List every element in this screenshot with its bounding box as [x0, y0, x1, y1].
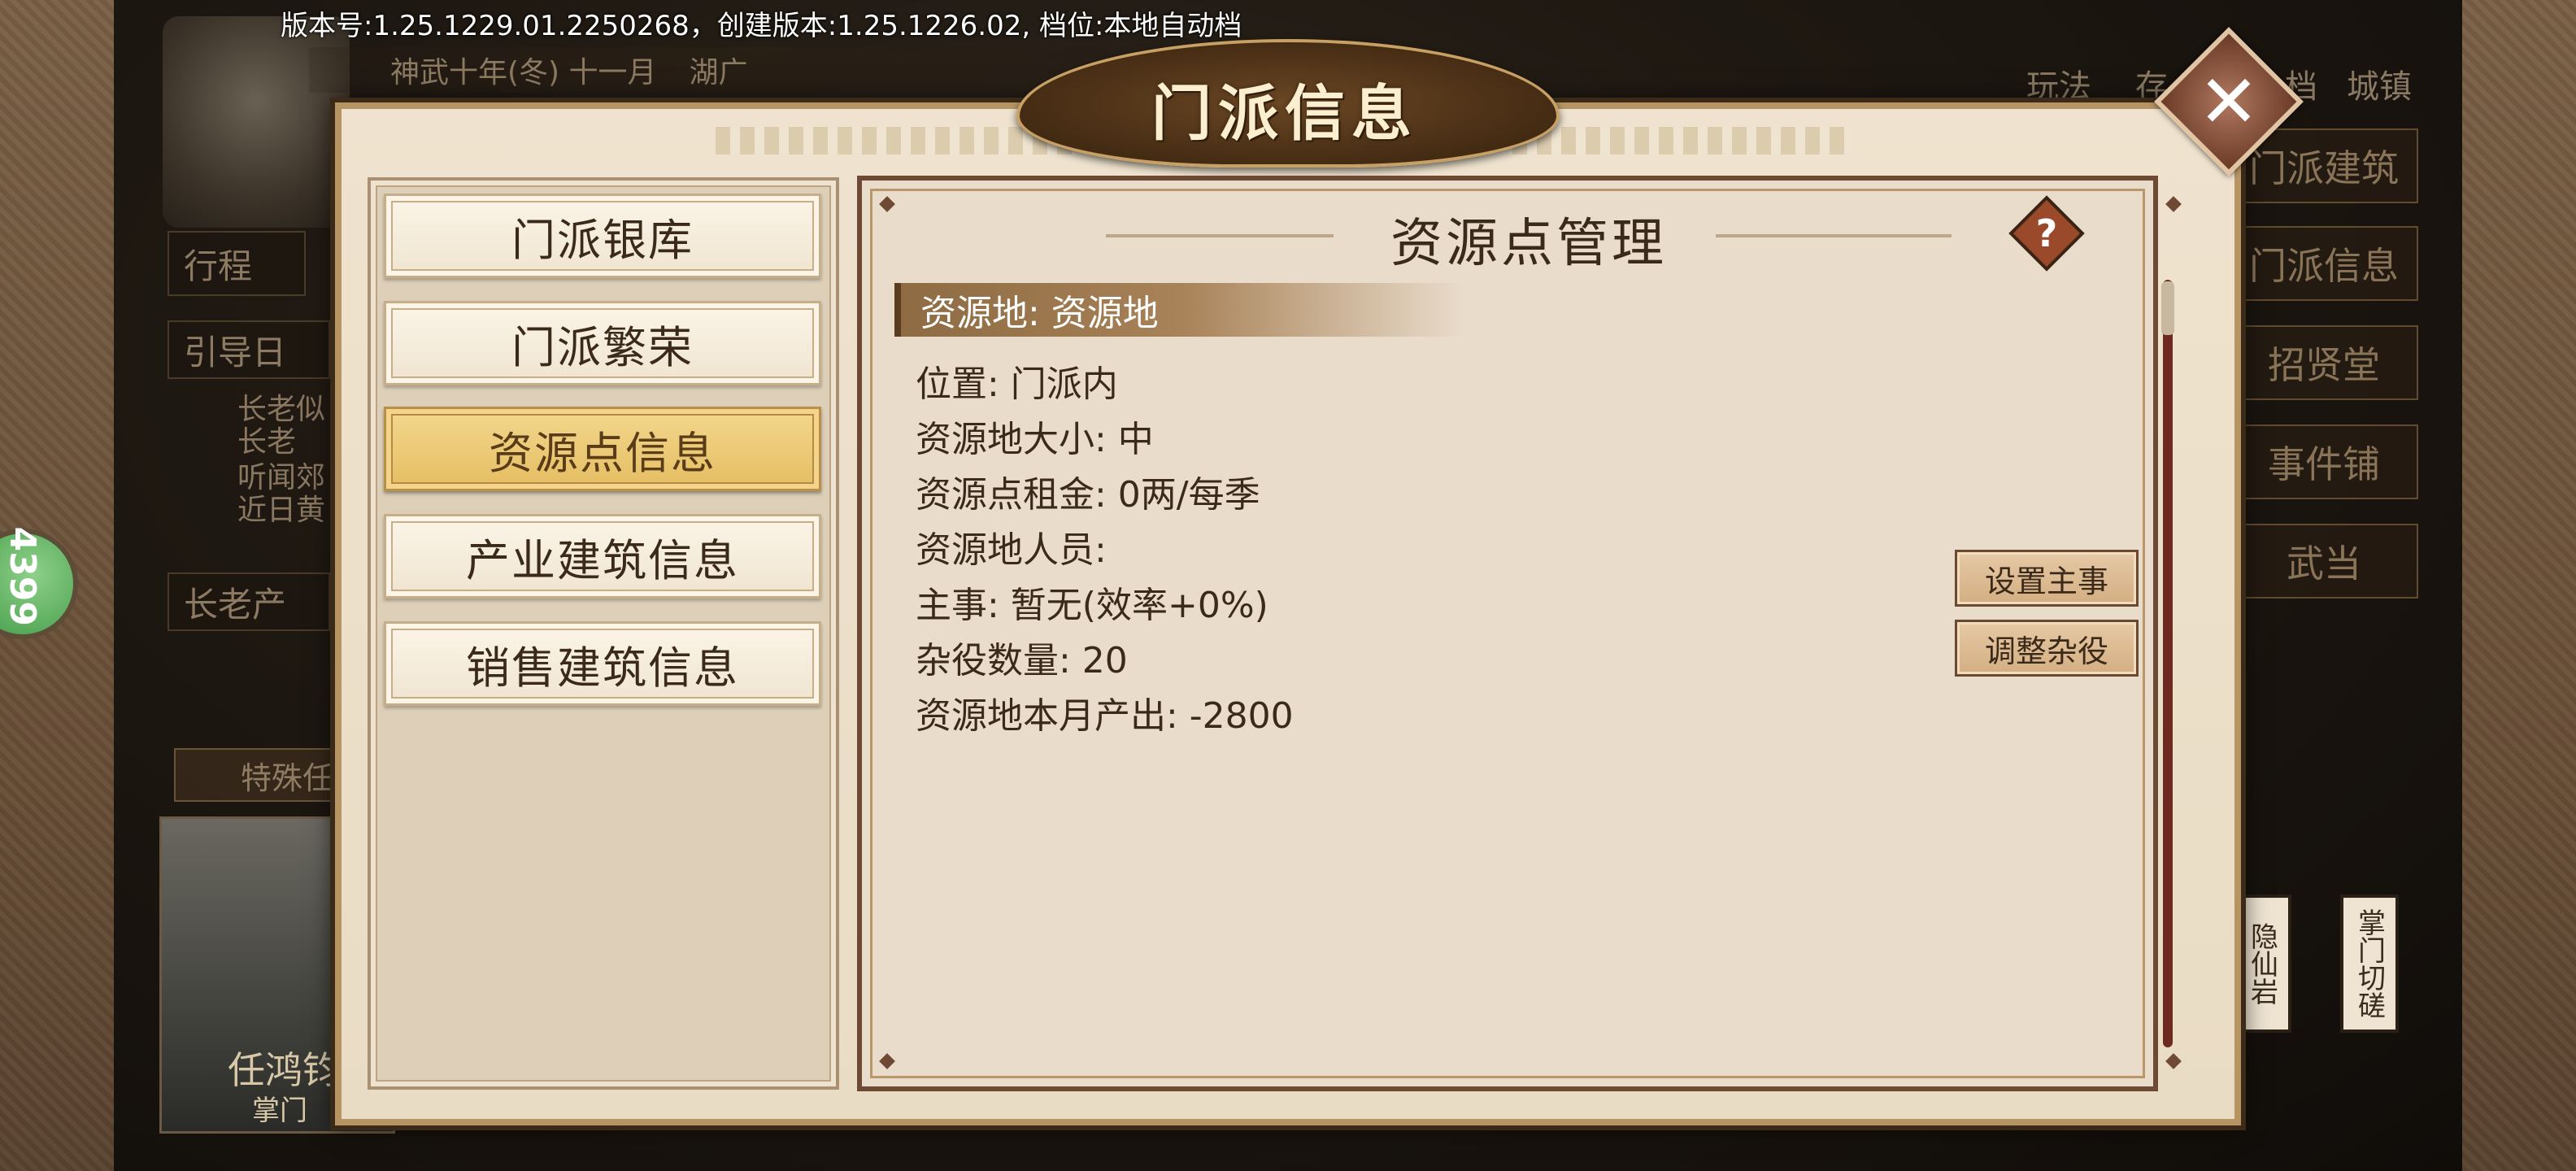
info-staff: 资源地人员:	[916, 529, 1107, 571]
set-manager-button[interactable]: 设置主事	[1955, 550, 2139, 607]
info-manager: 主事: 暂无(效率+0%)	[916, 585, 1268, 626]
character-role: 掌门	[252, 1095, 307, 1127]
date-bar: 神武十年(冬) 十一月 湖广	[309, 47, 1106, 93]
tab-sect-vault[interactable]: 门派银库	[384, 194, 821, 278]
log-line-4: 近日黄	[237, 494, 326, 527]
help-icon: ?	[2035, 211, 2058, 255]
info-output: 资源地本月产出: -2800	[916, 695, 1294, 737]
info-laborers: 杂役数量: 20	[916, 640, 1128, 681]
menu-event-shop[interactable]: 事件铺	[2230, 424, 2418, 499]
right-wall-texture	[2462, 0, 2576, 1171]
tab-industry-buildings[interactable]: 产业建筑信息	[384, 514, 821, 599]
section-header: 资源地: 资源地	[894, 283, 1464, 337]
scrollbar-track[interactable]	[2163, 280, 2173, 1047]
meander-border-right	[1512, 127, 1854, 155]
menu-wudang[interactable]: 武当	[2230, 524, 2418, 599]
tab-sect-prosperity[interactable]: 门派繁荣	[384, 301, 821, 385]
elder-output-header[interactable]: 长老产	[168, 572, 330, 631]
date-text: 神武十年(冬) 十一月	[390, 56, 657, 89]
info-location: 位置: 门派内	[916, 363, 1118, 405]
region-text: 湖广	[689, 56, 748, 89]
menu-recruitment-hall[interactable]: 招贤堂	[2230, 325, 2418, 400]
info-size: 资源地大小: 中	[916, 419, 1154, 460]
version-text: 版本号:1.25.1229.01.2250268，创建版本:1.25.1226.…	[281, 10, 1242, 42]
itinerary-button[interactable]: 行程	[168, 231, 306, 296]
tab-sales-buildings[interactable]: 销售建筑信息	[384, 621, 821, 706]
hidden-immortal-rock-button[interactable]: 隐仙岩	[2233, 895, 2291, 1033]
character-name: 任鸿钧	[228, 1048, 340, 1092]
gameplay-link[interactable]: 玩法	[2026, 60, 2091, 107]
leader-spar-button[interactable]: 掌门切磋	[2340, 895, 2399, 1033]
info-rent: 资源点租金: 0两/每季	[916, 474, 1260, 516]
guide-log-header[interactable]: 引导日	[168, 320, 330, 379]
tab-resource-info[interactable]: 资源点信息	[384, 407, 821, 491]
modal-title: 门派信息	[1151, 79, 1418, 149]
scrollbar-thumb[interactable]	[2161, 281, 2174, 335]
adjust-laborers-button[interactable]: 调整杂役	[1955, 620, 2139, 677]
town-link[interactable]: 城镇	[2347, 60, 2412, 107]
menu-sect-info[interactable]: 门派信息	[2230, 226, 2418, 301]
panel-title: 资源点管理	[1390, 214, 1667, 274]
close-icon: ✕	[2198, 59, 2260, 145]
